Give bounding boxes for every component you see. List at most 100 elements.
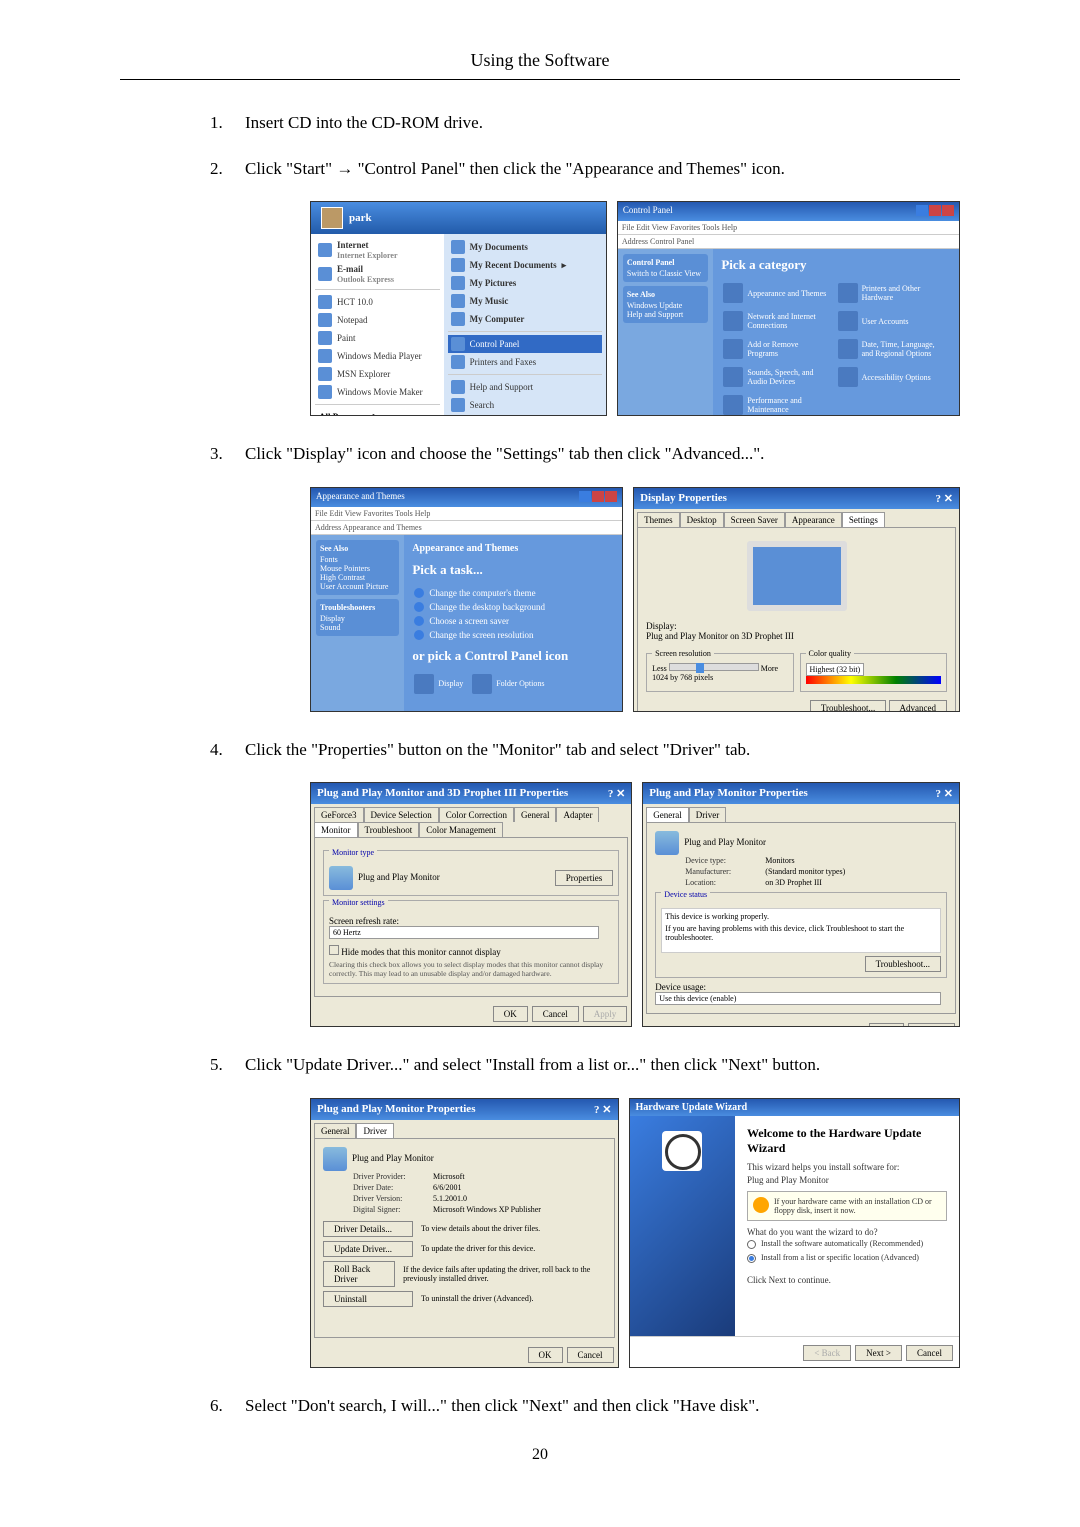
device-usage-select[interactable]: Use this device (enable)	[655, 992, 941, 1005]
switch-view-link[interactable]: Switch to Classic View	[627, 269, 705, 278]
cancel-button[interactable]: Cancel	[906, 1345, 953, 1361]
address-bar[interactable]: Address Control Panel	[618, 235, 959, 249]
start-item-moviemaker[interactable]: Windows Movie Maker	[315, 383, 440, 401]
mouse-link[interactable]: Mouse Pointers	[320, 564, 395, 573]
tab-color-mgmt[interactable]: Color Management	[419, 822, 503, 837]
cp-icon-folder-options[interactable]: Folder Options	[470, 672, 546, 696]
category-accessibility[interactable]: Accessibility Options	[836, 365, 946, 389]
start-item-mydocs[interactable]: My Documents	[448, 238, 602, 256]
category-date[interactable]: Date, Time, Language, and Regional Optio…	[836, 337, 946, 361]
tab-screensaver[interactable]: Screen Saver	[724, 512, 785, 527]
properties-button[interactable]: Properties	[555, 870, 614, 886]
tab-general[interactable]: General	[646, 807, 688, 822]
start-item-mycomputer[interactable]: My Computer	[448, 310, 602, 328]
window-buttons[interactable]	[578, 491, 617, 504]
display-ts-link[interactable]: Display	[320, 614, 395, 623]
contrast-link[interactable]: High Contrast	[320, 573, 395, 582]
help-support-link[interactable]: Help and Support	[627, 310, 705, 319]
cancel-button[interactable]: Cancel	[908, 1023, 955, 1027]
start-item-hct[interactable]: HCT 10.0	[315, 293, 440, 311]
start-item-control-panel[interactable]: Control Panel	[448, 335, 602, 353]
start-item-printers[interactable]: Printers and Faxes	[448, 353, 602, 371]
category-appearance[interactable]: Appearance and Themes	[721, 281, 831, 305]
category-sound[interactable]: Sounds, Speech, and Audio Devices	[721, 365, 831, 389]
tab-settings[interactable]: Settings	[842, 512, 885, 527]
tab-general[interactable]: General	[514, 807, 556, 822]
tab-appearance[interactable]: Appearance	[785, 512, 842, 527]
tab-color-correction[interactable]: Color Correction	[439, 807, 514, 822]
next-button[interactable]: Next >	[855, 1345, 902, 1361]
help-close-buttons[interactable]: ? ✕	[936, 492, 953, 505]
label: Windows Movie Maker	[337, 387, 423, 397]
cancel-button[interactable]: Cancel	[532, 1006, 579, 1022]
help-close-buttons[interactable]: ? ✕	[936, 787, 953, 800]
category-printers[interactable]: Printers and Other Hardware	[836, 281, 946, 305]
tab-general[interactable]: General	[314, 1123, 356, 1138]
resolution-slider[interactable]	[669, 663, 759, 671]
ua-link[interactable]: User Account Picture	[320, 582, 395, 591]
start-item-internet[interactable]: InternetInternet Explorer	[315, 238, 440, 262]
tab-geforce[interactable]: GeForce3	[314, 807, 364, 822]
menu-bar[interactable]: File Edit View Favorites Tools Help	[311, 507, 622, 521]
category-network[interactable]: Network and Internet Connections	[721, 309, 831, 333]
tab-troubleshoot[interactable]: Troubleshoot	[358, 822, 420, 837]
tab-themes[interactable]: Themes	[637, 512, 680, 527]
start-item-music[interactable]: My Music	[448, 292, 602, 310]
ok-button[interactable]: OK	[528, 1347, 563, 1363]
tab-device-selection[interactable]: Device Selection	[364, 807, 439, 822]
start-item-run[interactable]: Run...	[448, 414, 602, 416]
task-change-bg[interactable]: Change the desktop background	[412, 600, 614, 614]
window-buttons[interactable]	[915, 205, 954, 218]
step-2: 2. Click "Start" → "Control Panel" then …	[210, 156, 960, 182]
ok-button[interactable]: OK	[869, 1023, 904, 1027]
update-driver-button[interactable]: Update Driver...	[323, 1241, 413, 1257]
ok-button[interactable]: OK	[493, 1006, 528, 1022]
uninstall-button[interactable]: Uninstall	[323, 1291, 413, 1307]
start-item-msn[interactable]: MSN Explorer	[315, 365, 440, 383]
start-item-help[interactable]: Help and Support	[448, 378, 602, 396]
back-button[interactable]: < Back	[803, 1345, 851, 1361]
help-close-buttons[interactable]: ? ✕	[608, 787, 625, 800]
tab-driver[interactable]: Driver	[356, 1123, 394, 1138]
troubleshoot-button[interactable]: Troubleshoot...	[865, 956, 941, 972]
sound-ts-link[interactable]: Sound	[320, 623, 395, 632]
fonts-link[interactable]: Fonts	[320, 555, 395, 564]
advanced-button[interactable]: Advanced	[889, 700, 947, 712]
rollback-driver-button[interactable]: Roll Back Driver	[323, 1261, 395, 1287]
tab-monitor[interactable]: Monitor	[314, 822, 358, 837]
category-user-accounts[interactable]: User Accounts	[836, 309, 946, 333]
troubleshoot-button[interactable]: Troubleshoot...	[810, 700, 886, 712]
start-item-wmp[interactable]: Windows Media Player	[315, 347, 440, 365]
category-add-remove[interactable]: Add or Remove Programs	[721, 337, 831, 361]
task-screensaver[interactable]: Choose a screen saver	[412, 614, 614, 628]
step-text: Click the "Properties" button on the "Mo…	[245, 737, 960, 763]
windows-update-link[interactable]: Windows Update	[627, 301, 705, 310]
start-item-search[interactable]: Search	[448, 396, 602, 414]
start-item-recent[interactable]: My Recent Documents ▸	[448, 256, 602, 274]
hide-modes-checkbox[interactable]	[329, 945, 339, 955]
task-change-theme[interactable]: Change the computer's theme	[412, 586, 614, 600]
tab-driver[interactable]: Driver	[689, 807, 727, 822]
start-item-pictures[interactable]: My Pictures	[448, 274, 602, 292]
tab-adapter[interactable]: Adapter	[556, 807, 599, 822]
driver-details-button[interactable]: Driver Details...	[323, 1221, 413, 1237]
cancel-button[interactable]: Cancel	[567, 1347, 614, 1363]
address-bar[interactable]: Address Appearance and Themes	[311, 521, 622, 535]
cp-icon-display[interactable]: Display	[412, 672, 465, 696]
menu-bar[interactable]: File Edit View Favorites Tools Help	[618, 221, 959, 235]
start-item-paint[interactable]: Paint	[315, 329, 440, 347]
refresh-rate-select[interactable]: 60 Hertz	[329, 926, 599, 939]
tab-desktop[interactable]: Desktop	[680, 512, 724, 527]
label: My Recent Documents	[470, 260, 557, 270]
monitor-icon	[329, 866, 353, 890]
radio-auto-install[interactable]: Install the software automatically (Reco…	[747, 1237, 947, 1251]
start-item-email[interactable]: E-mailOutlook Express	[315, 262, 440, 286]
radio-install-from-list[interactable]: Install from a list or specific location…	[747, 1251, 947, 1265]
category-performance[interactable]: Performance and Maintenance	[721, 393, 831, 416]
start-all-programs[interactable]: All Programs ▶	[315, 408, 440, 416]
color-quality-select[interactable]: Highest (32 bit)	[806, 663, 865, 676]
help-close-buttons[interactable]: ? ✕	[594, 1103, 611, 1116]
task-resolution[interactable]: Change the screen resolution	[412, 628, 614, 642]
start-item-notepad[interactable]: Notepad	[315, 311, 440, 329]
apply-button[interactable]: Apply	[583, 1006, 628, 1022]
